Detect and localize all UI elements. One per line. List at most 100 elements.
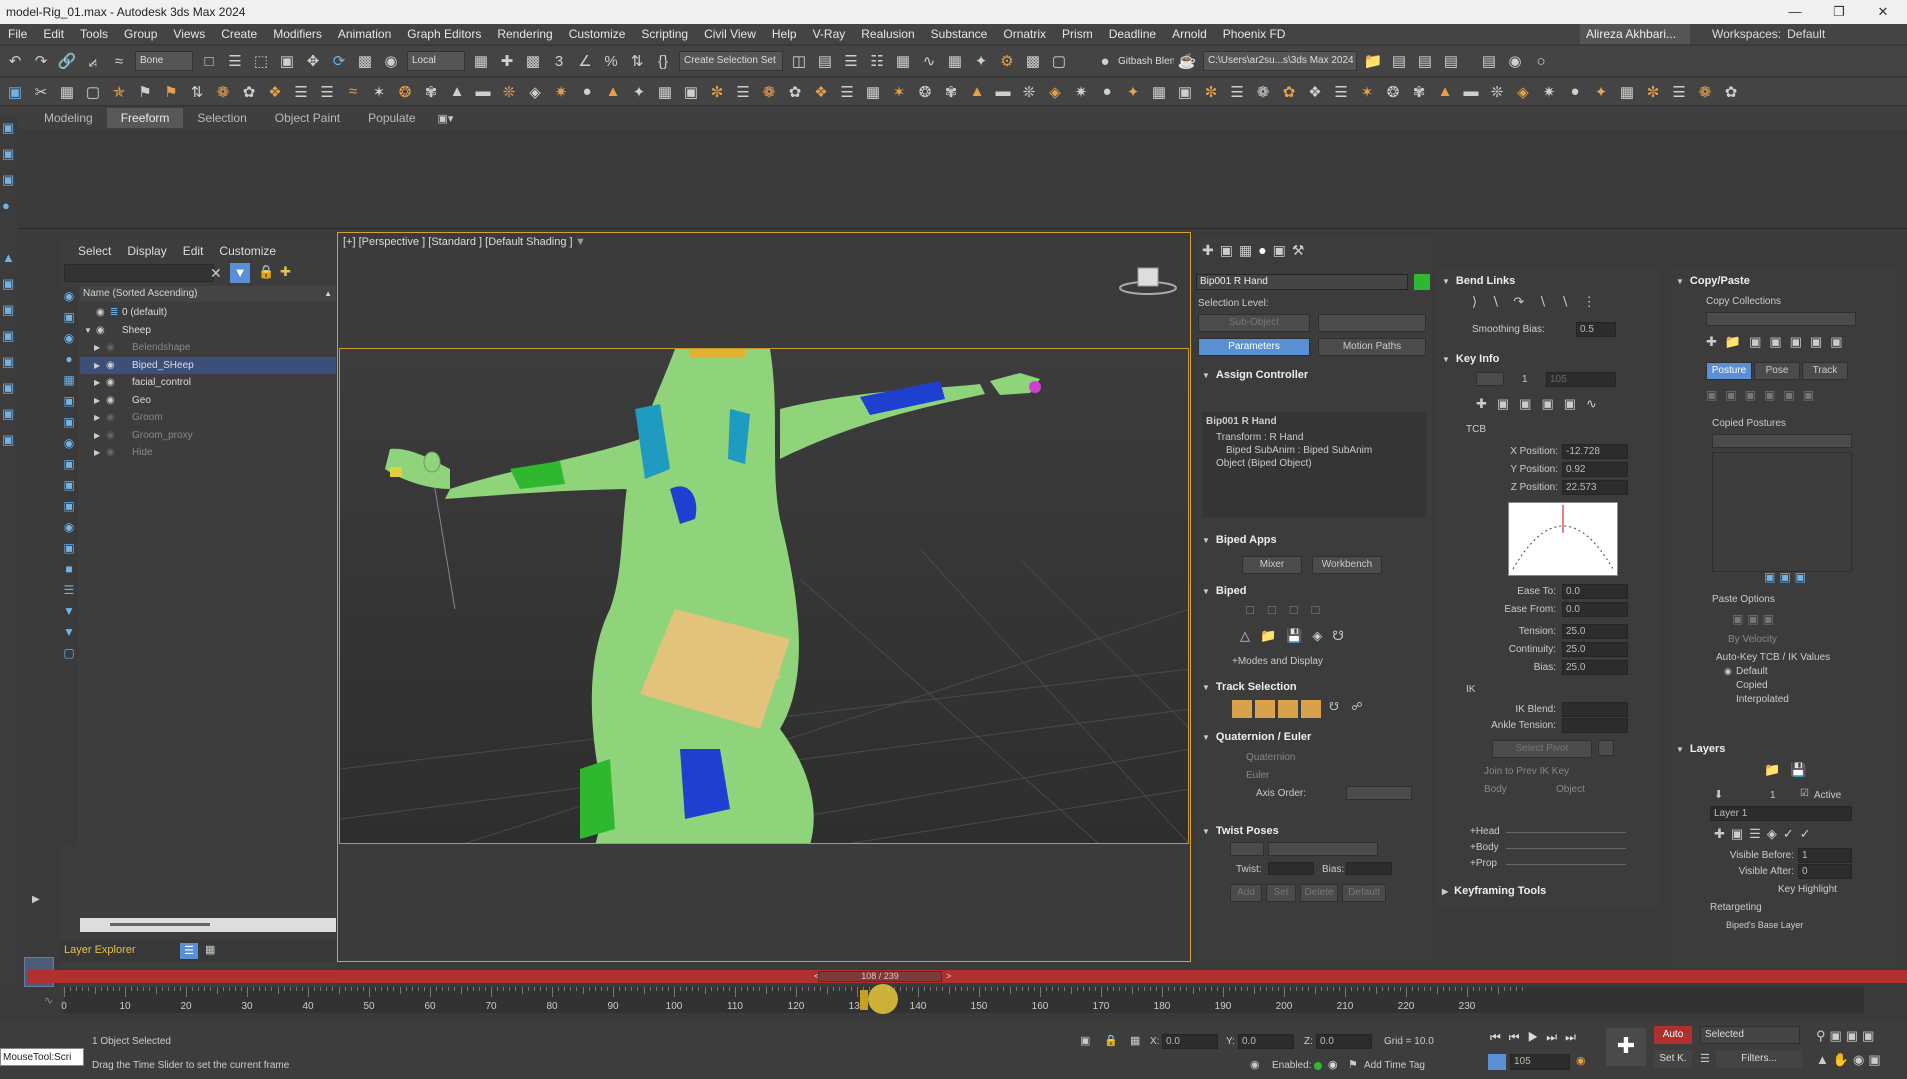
set-key-button[interactable]: Set K.	[1654, 1050, 1692, 1068]
gitbash-icon[interactable]: ●	[1092, 49, 1118, 73]
z-coord-field[interactable]: 0.0	[1316, 1034, 1372, 1049]
tool-ax-icon[interactable]: ▬	[1458, 80, 1484, 104]
head-label[interactable]: +Head	[1470, 826, 1500, 837]
utilities-tab-icon[interactable]: ⚒	[1292, 242, 1305, 259]
viewport-nav-icons[interactable]: ⚲▣▣▣	[1816, 1028, 1878, 1044]
tool-bh-icon[interactable]: ✿	[1718, 80, 1744, 104]
snap-toggle-icon[interactable]: 3	[546, 49, 572, 73]
bipeds-base-layer-radio[interactable]: Biped's Base Layer	[1726, 920, 1803, 930]
prop-label[interactable]: +Prop	[1470, 858, 1497, 869]
filter-icon[interactable]: ▼	[230, 263, 250, 283]
ribbon-tab-freeform[interactable]: Freeform	[106, 108, 184, 128]
restore-icon[interactable]: ❐	[1817, 0, 1861, 24]
expand-icon[interactable]: ▶	[94, 343, 106, 352]
redo-icon[interactable]: ↷	[28, 49, 54, 73]
explorer-menu-customize[interactable]: Customize	[211, 244, 284, 258]
add-twist-button[interactable]: Add	[1230, 884, 1262, 902]
tool-scissor-icon[interactable]: ✂	[28, 80, 54, 104]
expand-icon[interactable]: ▶	[94, 396, 106, 405]
percent-snap-icon[interactable]: %	[598, 49, 624, 73]
menu-create[interactable]: Create	[213, 27, 265, 41]
workspaces-value[interactable]: Default	[1787, 27, 1825, 41]
ik-blend-field[interactable]	[1562, 702, 1628, 717]
keyboard-shortcut-icon[interactable]: ▩	[520, 49, 546, 73]
explorer-menu-display[interactable]: Display	[119, 244, 174, 258]
viewport-filter-icon[interactable]: ▼	[575, 236, 586, 248]
settings-circle-icon[interactable]: ◉	[1502, 49, 1528, 73]
modify-tab-icon[interactable]: ▣	[1220, 242, 1233, 259]
pose-tab[interactable]: Pose	[1754, 362, 1800, 380]
delete-twist-button[interactable]: Delete	[1300, 884, 1338, 902]
object-name-field[interactable]: Bip001 R Hand	[1196, 274, 1408, 290]
absolute-mode-icon[interactable]: ▦	[1130, 1034, 1140, 1047]
expand-icon[interactable]: ▶	[94, 448, 106, 457]
ribbon-tab-modeling[interactable]: Modeling	[30, 108, 107, 128]
visibility-eye-icon[interactable]: ◉	[106, 377, 120, 388]
tool-bc-icon[interactable]: ✦	[1588, 80, 1614, 104]
maxscript-listener[interactable]: MouseTool:Scri	[0, 1048, 84, 1066]
tool-grid-icon[interactable]: ▦	[54, 80, 80, 104]
opposite-icon[interactable]: ☍	[1347, 700, 1367, 718]
filters-button[interactable]: Filters...	[1716, 1050, 1802, 1068]
controller-object[interactable]: Object (Biped Object)	[1202, 457, 1426, 470]
isolate-icon[interactable]: ▣	[1080, 1034, 1090, 1047]
expand-icon[interactable]: ▶	[94, 413, 106, 422]
menu-realusion[interactable]: Realusion	[853, 27, 922, 41]
biped-mode-icons[interactable]: □□□□	[1246, 602, 1333, 617]
expand-icon[interactable]: ▶	[94, 431, 106, 440]
tool-pin-icon[interactable]: ⚑	[132, 80, 158, 104]
copied-postures-dropdown[interactable]	[1712, 434, 1852, 448]
layer-stack-icon[interactable]: ☰	[180, 943, 198, 959]
tool-bf-icon[interactable]: ☰	[1666, 80, 1692, 104]
rotate-icon[interactable]: ⟳	[326, 49, 352, 73]
layer-down-icon[interactable]: ⬇	[1714, 788, 1723, 801]
tool-ai-icon[interactable]: ✷	[1068, 80, 1094, 104]
object-radio[interactable]: Object	[1556, 784, 1585, 795]
ribbon-options-icon[interactable]: ▣▾	[438, 112, 454, 125]
menu-scripting[interactable]: Scripting	[633, 27, 696, 41]
modes-display-label[interactable]: +Modes and Display	[1232, 656, 1323, 667]
menu-v-ray[interactable]: V-Ray	[805, 27, 854, 41]
user-account-button[interactable]: Alireza Akhbari...	[1580, 24, 1690, 44]
time-config-icon[interactable]	[1488, 1054, 1506, 1070]
rs-icon[interactable]: ▣	[2, 80, 28, 104]
align-icon[interactable]: ▤	[812, 49, 838, 73]
menu-prism[interactable]: Prism	[1054, 27, 1101, 41]
keyframing-tools-rollout[interactable]: ▶ Keyframing Tools	[1436, 882, 1660, 900]
controller-subanim[interactable]: Biped SubAnim : Biped SubAnim	[1202, 444, 1426, 457]
add-time-tag-label[interactable]: Add Time Tag	[1364, 1060, 1425, 1071]
key-filters-icon[interactable]: ☰	[1700, 1052, 1710, 1065]
tool-ah-icon[interactable]: ◈	[1042, 80, 1068, 104]
motion-tab-icon[interactable]: ●	[1258, 242, 1266, 259]
tcb-bias-field[interactable]: 25.0	[1562, 660, 1628, 675]
tag-icon[interactable]: ⚑	[1348, 1058, 1358, 1071]
x-coord-field[interactable]: 0.0	[1162, 1034, 1218, 1049]
explorer-side-icon-list[interactable]: ◉ ▣ ◉ ● ▦ ▣ ▣ ◉ ▣ ▣ ▣ ◉ ▣ ■ ☰ ▼ ▼ ▢	[60, 286, 78, 664]
lock-icon[interactable]: 🔒	[258, 264, 274, 280]
rect-selection-icon[interactable]: ⬚	[248, 49, 274, 73]
move-icon[interactable]: ✥	[300, 49, 326, 73]
select-by-name-icon[interactable]: ☰	[222, 49, 248, 73]
viewport-label[interactable]: [+] [Perspective ] [Standard ] [Default …	[343, 236, 573, 248]
horizontal-scrollbar[interactable]	[80, 918, 336, 932]
expand-icon[interactable]: ▶	[94, 378, 106, 387]
undo-icon[interactable]: ↶	[2, 49, 28, 73]
next-frame-icon[interactable]: >	[946, 971, 951, 981]
tool-c-icon[interactable]: ✿	[236, 80, 262, 104]
visible-after-field[interactable]: 0	[1798, 864, 1852, 879]
twist-poses-rollout[interactable]: ▼ Twist Poses	[1196, 822, 1432, 840]
tool-at-icon[interactable]: ✶	[1354, 80, 1380, 104]
ribbon-tab-selection[interactable]: Selection	[183, 108, 260, 128]
tool-m-icon[interactable]: ❊	[496, 80, 522, 104]
paste-option-icons[interactable]: ▣▣▣	[1732, 612, 1778, 626]
tool-aq-icon[interactable]: ✿	[1276, 80, 1302, 104]
menu-civil-view[interactable]: Civil View	[696, 27, 764, 41]
visibility-eye-icon[interactable]: ◉	[96, 307, 110, 318]
tree-row[interactable]: ▶ ◉ Belendshape	[80, 339, 336, 357]
tool-l-icon[interactable]: ▬	[470, 80, 496, 104]
menu-customize[interactable]: Customize	[561, 27, 634, 41]
layers-rollout[interactable]: ▼ Layers	[1670, 740, 1895, 758]
playback-controls[interactable]: ⏮⏮▶⏭⏭	[1490, 1030, 1584, 1045]
scrollbar-thumb[interactable]	[110, 923, 210, 926]
lock-cob-icon[interactable]	[1301, 700, 1321, 718]
